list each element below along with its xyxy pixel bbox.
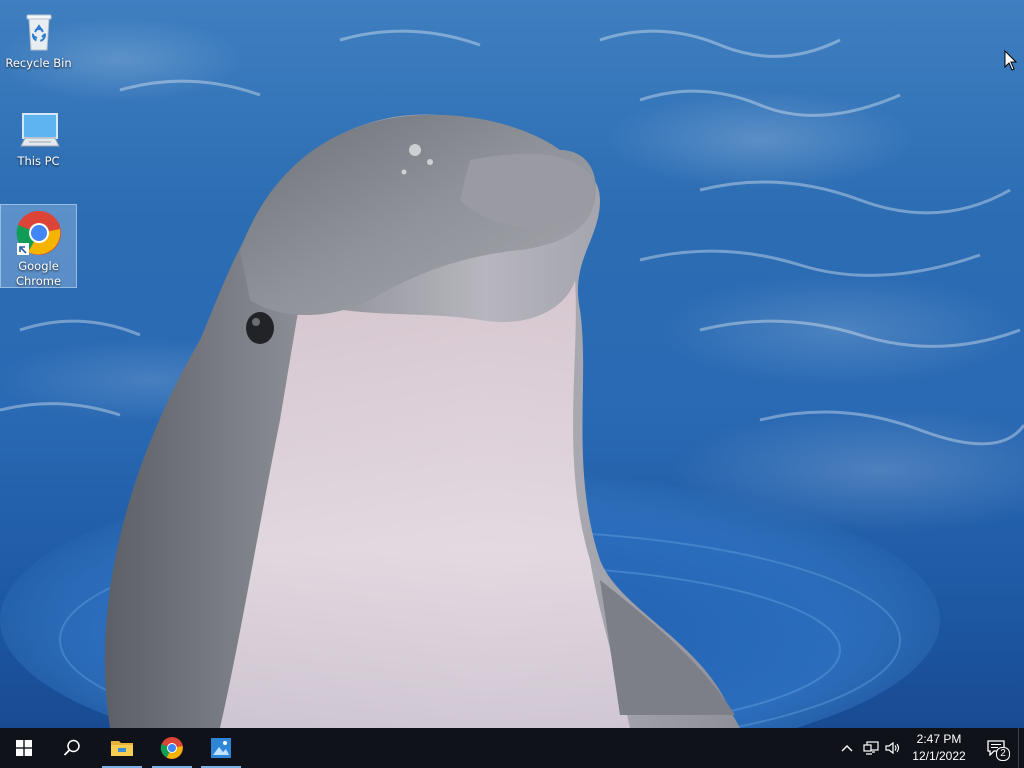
clock[interactable]: 2:47 PM 12/1/2022 [906,731,972,765]
clock-date: 12/1/2022 [912,749,966,763]
show-desktop-button[interactable] [1018,728,1024,768]
wallpaper-image [0,29,1024,728]
chevron-up-icon [841,745,853,752]
volume-icon [885,741,900,755]
desktop-icon-this-pc[interactable]: This PC [0,104,77,176]
chrome-icon [160,737,183,759]
file-explorer-icon [111,741,133,756]
desktop-icon-label: This PC [17,154,60,168]
chrome-icon [16,210,61,255]
search-icon [63,739,80,756]
notification-count-badge: 2 [996,747,1010,761]
network-icon [863,741,879,755]
taskbar-file-explorer[interactable] [98,728,146,768]
computer-icon [19,113,60,147]
action-center-button[interactable]: 2 [978,728,1014,768]
network-button[interactable] [860,728,882,768]
volume-button[interactable] [882,728,904,768]
search-button[interactable] [48,728,96,768]
desktop-icon-recycle-bin[interactable]: Recycle Bin [0,6,77,78]
desktop-icon-google-chrome[interactable]: Google Chrome [0,204,77,288]
taskbar: 2:47 PM 12/1/2022 2 [0,728,1024,768]
desktop-icon-label: Google Chrome [15,259,62,288]
show-hidden-icons-button[interactable] [836,728,858,768]
taskbar-google-chrome[interactable] [148,728,196,768]
desktop[interactable]: Recycle Bin This PC Google Chrome [0,0,1024,728]
recycle-bin-icon [26,14,51,51]
taskbar-photos[interactable] [197,728,245,768]
photos-icon [211,738,231,758]
mouse-cursor-icon [1004,50,1018,71]
clock-time: 2:47 PM [916,732,962,746]
windows-start-icon [16,740,32,756]
start-button[interactable] [0,728,48,768]
desktop-icon-label: Recycle Bin [5,56,72,70]
